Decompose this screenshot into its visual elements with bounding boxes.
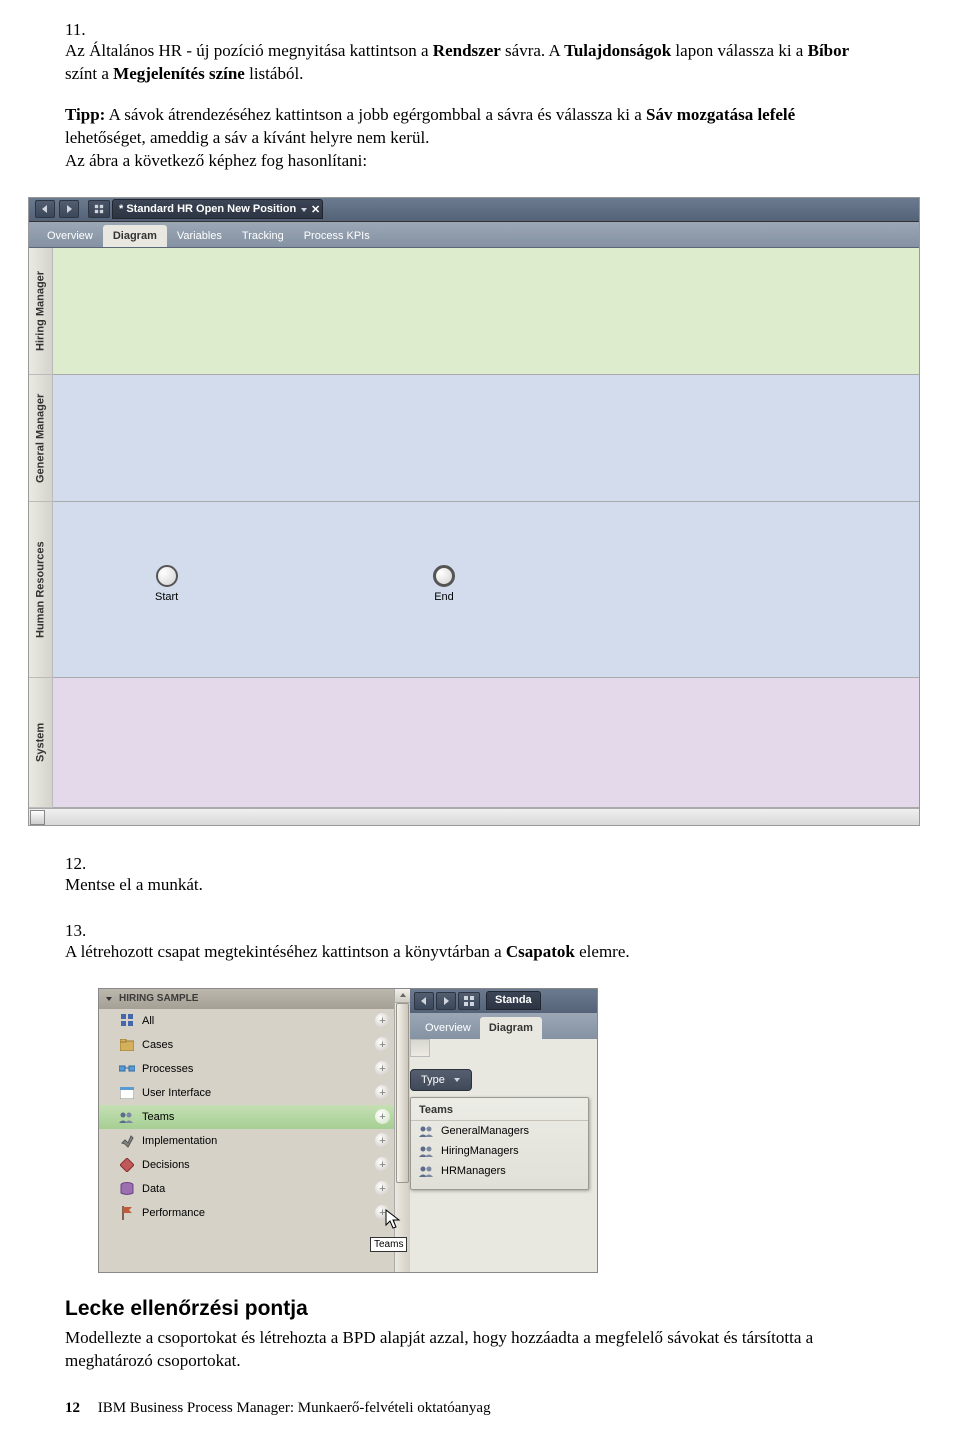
tooltip-teams: Teams	[370, 1237, 407, 1252]
teams-icon	[119, 1110, 135, 1124]
lane-human-resources[interactable]: Start End	[53, 502, 919, 678]
library-item-performance[interactable]: Performance +	[99, 1201, 394, 1225]
right-tabs: Overview Diagram	[410, 1013, 597, 1039]
tab-process-kpis[interactable]: Process KPIs	[294, 225, 380, 247]
library-item-all[interactable]: All +	[99, 1009, 394, 1033]
end-node[interactable]: End	[433, 565, 455, 603]
window-grid-icon[interactable]	[88, 200, 110, 218]
type-filter-dropdown-icon[interactable]	[453, 1076, 461, 1084]
window-close-button[interactable]: ✕	[311, 203, 320, 216]
scrollbar-thumb[interactable]	[396, 1003, 409, 1183]
right-canvas: Type Teams GeneralManagers HiringManager…	[410, 1039, 597, 1272]
section-title: Lecke ellenőrzési pontja	[65, 1297, 905, 1321]
step-11-tip: Tipp: A sávok átrendezéséhez kattintson …	[65, 104, 873, 173]
decisions-icon	[119, 1158, 135, 1172]
step-13-num: 13.	[65, 921, 93, 941]
lane-label-hiring-manager[interactable]: Hiring Manager	[29, 248, 52, 375]
start-node-circle-icon	[156, 565, 178, 587]
library-list: All + Cases + Processes + User Interface…	[99, 1009, 394, 1272]
right-window-title[interactable]: Standa	[486, 991, 541, 1010]
lane-general-manager[interactable]	[53, 375, 919, 502]
nav-forward-button[interactable]	[436, 992, 456, 1010]
library-item-user-interface[interactable]: User Interface +	[99, 1081, 394, 1105]
library-item-cases[interactable]: Cases +	[99, 1033, 394, 1057]
page-number: 12	[65, 1400, 80, 1417]
library-header[interactable]: HIRING SAMPLE	[99, 989, 394, 1009]
teams-icon	[419, 1165, 435, 1177]
right-titlebar: Standa	[410, 989, 597, 1013]
diagram-tabs: Overview Diagram Variables Tracking Proc…	[29, 222, 919, 248]
teams-panel-item-hrmanagers[interactable]: HRManagers	[411, 1161, 588, 1181]
step-11: 11. Az Általános HR - új pozíció megnyit…	[65, 20, 905, 173]
type-filter[interactable]: Type	[410, 1069, 472, 1091]
step-13: 13. A létrehozott csapat megtekintéséhez…	[65, 921, 905, 964]
page-footer: 12 IBM Business Process Manager: Munkaer…	[0, 1400, 960, 1417]
step-12-num: 12.	[65, 854, 93, 874]
teams-icon	[419, 1145, 435, 1157]
processes-icon	[119, 1062, 135, 1076]
library-item-implementation[interactable]: Implementation +	[99, 1129, 394, 1153]
library-header-dropdown-icon[interactable]	[105, 995, 113, 1003]
lane-header-strip[interactable]	[410, 1039, 430, 1057]
teams-panel-header: Teams	[411, 1102, 588, 1121]
figure-library-panel: HIRING SAMPLE All + Cases + Processes +	[65, 988, 905, 1273]
end-node-circle-icon	[433, 565, 455, 587]
lane-label-human-resources[interactable]: Human Resources	[29, 502, 52, 678]
library-item-add-button[interactable]: +	[375, 1181, 390, 1196]
folder-icon	[119, 1038, 135, 1052]
window-title-dropdown-icon[interactable]	[300, 206, 308, 214]
figure-diagram-window: * Standard HR Open New Position ✕ Overvi…	[28, 197, 920, 826]
library-item-decisions[interactable]: Decisions +	[99, 1153, 394, 1177]
grid-icon	[119, 1014, 135, 1028]
scrollbar-thumb[interactable]	[30, 810, 45, 825]
nav-forward-button[interactable]	[59, 200, 79, 218]
start-node[interactable]: Start	[155, 565, 178, 603]
tab-tracking[interactable]: Tracking	[232, 225, 294, 247]
right-tab-overview[interactable]: Overview	[416, 1017, 480, 1039]
library-item-add-button[interactable]: +	[375, 1133, 390, 1148]
user-interface-icon	[119, 1086, 135, 1100]
section-paragraph: Modellezte a csoportokat és létrehozta a…	[65, 1327, 905, 1373]
window-titlebar: * Standard HR Open New Position ✕	[29, 198, 919, 222]
nav-back-button[interactable]	[414, 992, 434, 1010]
tab-diagram[interactable]: Diagram	[103, 225, 167, 247]
implementation-icon	[119, 1134, 135, 1148]
teams-panel-item-generalmanagers[interactable]: GeneralManagers	[411, 1121, 588, 1141]
tab-variables[interactable]: Variables	[167, 225, 232, 247]
step-11-text: Az Általános HR - új pozíció megnyitása …	[65, 41, 849, 83]
step-12: 12. Mentse el a munkát.	[65, 854, 905, 897]
lane-system[interactable]	[53, 678, 919, 808]
teams-icon	[419, 1125, 435, 1137]
lane-label-general-manager[interactable]: General Manager	[29, 375, 52, 502]
flag-icon	[119, 1206, 135, 1220]
library-item-data[interactable]: Data +	[99, 1177, 394, 1201]
library-item-add-button[interactable]: +	[375, 1157, 390, 1172]
scroll-up-button[interactable]	[395, 989, 410, 1003]
horizontal-scrollbar[interactable]	[29, 808, 919, 825]
tab-overview[interactable]: Overview	[37, 225, 103, 247]
teams-dropdown-panel: Teams GeneralManagers HiringManagers HRM…	[410, 1097, 589, 1190]
library-item-add-button[interactable]: +	[375, 1037, 390, 1052]
library-item-add-button[interactable]: +	[375, 1109, 390, 1124]
library-item-add-button[interactable]: +	[375, 1013, 390, 1028]
lane-label-system[interactable]: System	[29, 678, 52, 808]
step-11-num: 11.	[65, 20, 93, 40]
footer-text: IBM Business Process Manager: Munkaerő-f…	[98, 1400, 491, 1416]
teams-panel-item-hiringmanagers[interactable]: HiringManagers	[411, 1141, 588, 1161]
data-icon	[119, 1182, 135, 1196]
window-grid-icon[interactable]	[458, 992, 480, 1010]
library-item-processes[interactable]: Processes +	[99, 1057, 394, 1081]
step-13-text: A létrehozott csapat megtekintéséhez kat…	[65, 941, 873, 964]
library-item-add-button[interactable]: +	[375, 1085, 390, 1100]
lane-hiring-manager[interactable]	[53, 248, 919, 375]
step-12-text: Mentse el a munkát.	[65, 874, 873, 897]
window-title[interactable]: * Standard HR Open New Position ✕	[112, 199, 323, 219]
right-tab-diagram[interactable]: Diagram	[480, 1017, 542, 1039]
library-item-add-button[interactable]: +	[375, 1061, 390, 1076]
library-item-teams[interactable]: Teams +	[99, 1105, 394, 1129]
cursor-icon	[385, 1209, 403, 1231]
nav-back-button[interactable]	[35, 200, 55, 218]
